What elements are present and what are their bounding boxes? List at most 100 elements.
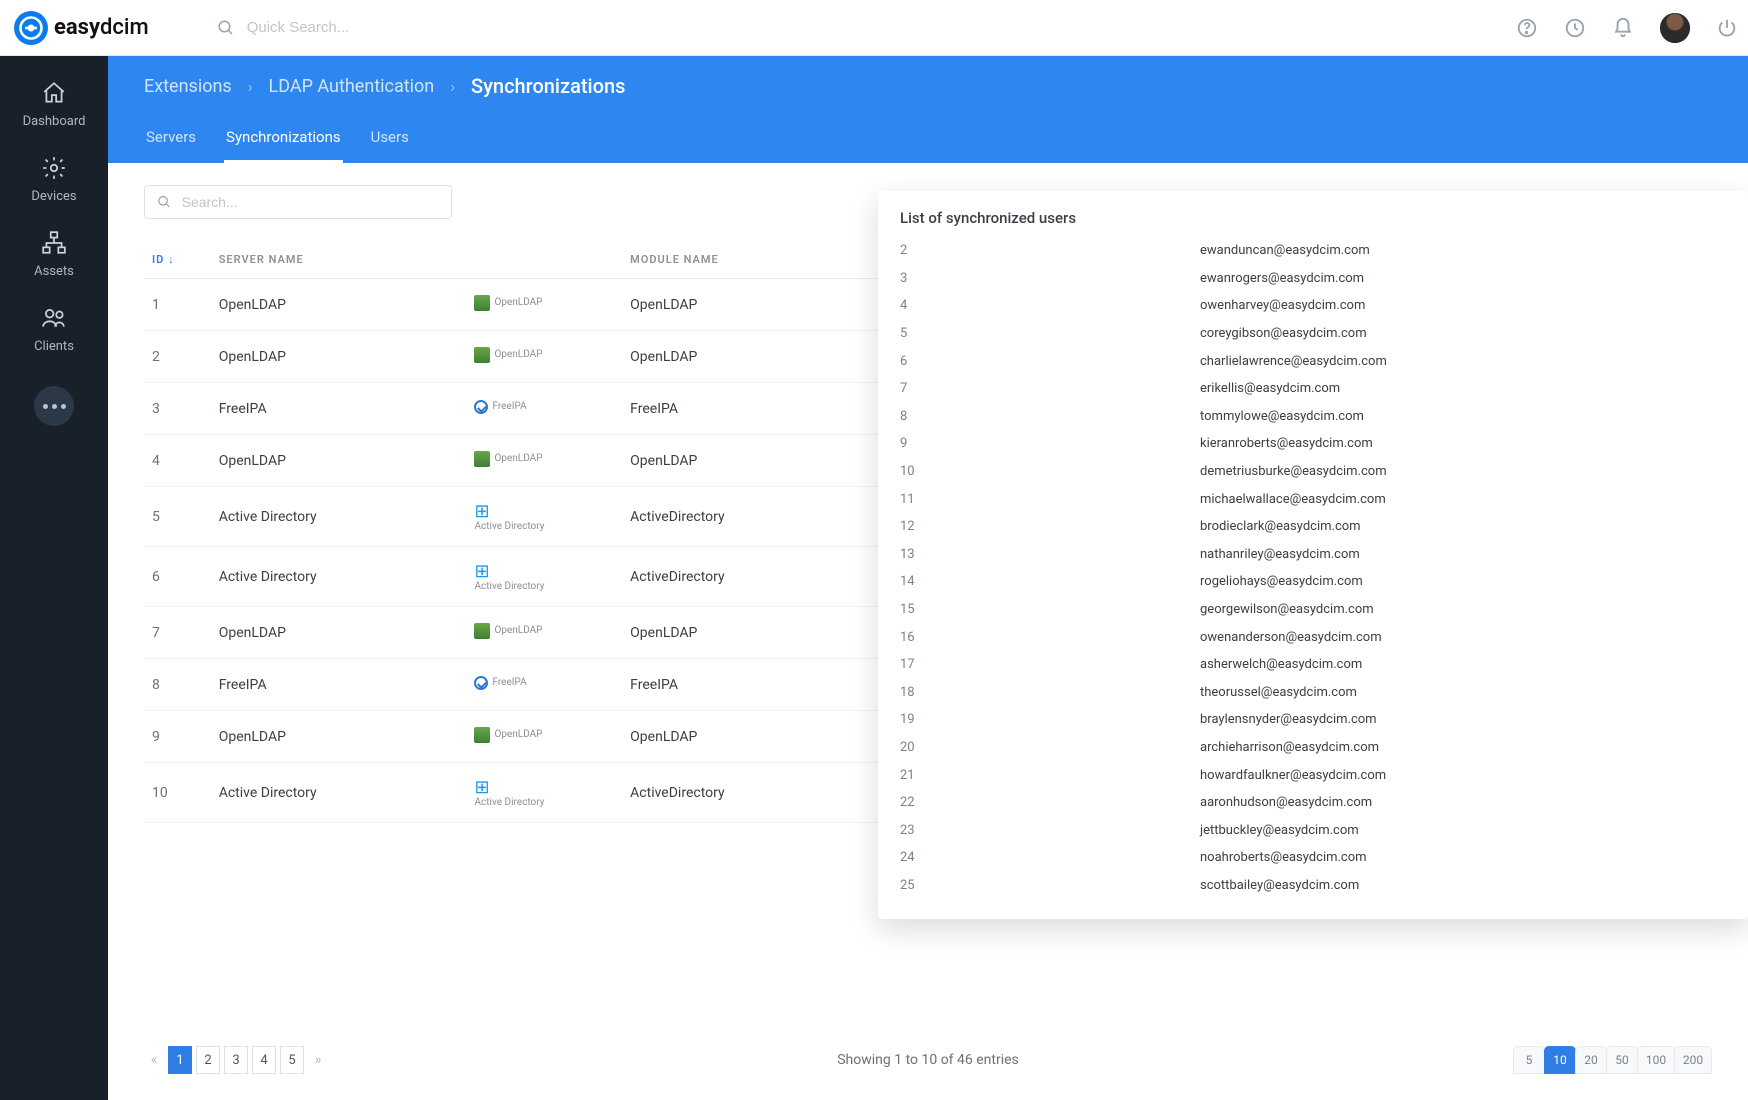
user-index: 21	[900, 768, 1200, 783]
user-index: 2	[900, 243, 1200, 258]
user-email: rogeliohays@easydcim.com	[1200, 574, 1363, 589]
freeipa-icon	[474, 676, 488, 690]
user-index: 23	[900, 823, 1200, 838]
user-index: 22	[900, 795, 1200, 810]
user-email: owenharvey@easydcim.com	[1200, 298, 1365, 313]
user-index: 12	[900, 519, 1200, 534]
user-email: owenanderson@easydcim.com	[1200, 630, 1382, 645]
cell-server-name: Active Directory	[211, 763, 467, 823]
breadcrumb-extensions[interactable]: Extensions	[144, 76, 232, 97]
page-size-10[interactable]: 10	[1544, 1046, 1576, 1074]
user-index: 13	[900, 547, 1200, 562]
openldap-icon	[474, 295, 490, 311]
table-search[interactable]	[144, 185, 452, 219]
cell-module-name: FreeIPA	[622, 659, 878, 711]
user-email: jettbuckley@easydcim.com	[1200, 823, 1359, 838]
openldap-icon	[474, 727, 490, 743]
notifications-icon[interactable]	[1612, 17, 1634, 39]
cell-server-name: OpenLDAP	[211, 607, 467, 659]
user-index: 19	[900, 712, 1200, 727]
user-email: scottbailey@easydcim.com	[1200, 878, 1359, 893]
user-index: 25	[900, 878, 1200, 893]
table-search-input[interactable]	[182, 194, 439, 210]
user-email: noahroberts@easydcim.com	[1200, 850, 1367, 865]
cell-module-name: OpenLDAP	[622, 711, 878, 763]
user-email: michaelwallace@easydcim.com	[1200, 492, 1386, 507]
user-email: demetriusburke@easydcim.com	[1200, 464, 1387, 479]
more-menu[interactable]	[34, 386, 74, 426]
cell-module-name: ActiveDirectory	[622, 763, 878, 823]
user-index: 20	[900, 740, 1200, 755]
user-index: 7	[900, 381, 1200, 396]
page-size-20[interactable]: 20	[1575, 1046, 1607, 1074]
cell-module-icon: OpenLDAP	[466, 435, 622, 487]
cell-module-icon: ⊞Active Directory	[466, 547, 622, 607]
sidebar-item-clients[interactable]: Clients	[0, 295, 108, 366]
page-2[interactable]: 2	[196, 1046, 220, 1074]
user-index: 3	[900, 271, 1200, 286]
cell-server-name: OpenLDAP	[211, 711, 467, 763]
quick-search-input[interactable]	[247, 19, 547, 36]
clock-icon[interactable]	[1564, 17, 1586, 39]
cell-module-icon: OpenLDAP	[466, 607, 622, 659]
sidebar-item-label: Clients	[34, 339, 74, 354]
cell-module-icon: FreeIPA	[466, 383, 622, 435]
net-icon	[40, 230, 68, 258]
list-item: 8tommylowe@easydcim.com	[900, 403, 1726, 431]
quick-search[interactable]	[217, 19, 547, 37]
col-server-name[interactable]: SERVER NAME	[211, 241, 467, 279]
page-3[interactable]: 3	[224, 1046, 248, 1074]
home-icon	[40, 80, 68, 108]
list-item: 21howardfaulkner@easydcim.com	[900, 761, 1726, 789]
page-prev[interactable]: «	[144, 1052, 164, 1068]
cell-module-name: ActiveDirectory	[622, 487, 878, 547]
page-1[interactable]: 1	[168, 1046, 192, 1074]
list-item: 25scottbailey@easydcim.com	[900, 872, 1726, 900]
user-index: 24	[900, 850, 1200, 865]
page-size-200[interactable]: 200	[1674, 1046, 1712, 1074]
cell-module-icon: ⊞Active Directory	[466, 763, 622, 823]
power-icon[interactable]	[1716, 17, 1738, 39]
users-icon	[40, 305, 68, 333]
breadcrumb-ldap-auth[interactable]: LDAP Authentication	[269, 76, 435, 97]
user-email: georgewilson@easydcim.com	[1200, 602, 1374, 617]
chevron-right-icon: ›	[450, 77, 455, 96]
col-module-name[interactable]: MODULE NAME	[622, 241, 878, 279]
cell-id: 3	[144, 383, 211, 435]
list-item: 5coreygibson@easydcim.com	[900, 320, 1726, 348]
user-email: ewanrogers@easydcim.com	[1200, 271, 1364, 286]
cell-module-icon: ⊞Active Directory	[466, 487, 622, 547]
sidebar-item-devices[interactable]: Devices	[0, 145, 108, 216]
user-email: theorussel@easydcim.com	[1200, 685, 1357, 700]
cell-id: 4	[144, 435, 211, 487]
list-item: 18theorussel@easydcim.com	[900, 679, 1726, 707]
user-email: howardfaulkner@easydcim.com	[1200, 768, 1386, 783]
synchronized-users-popover: List of synchronized users 2ewanduncan@e…	[878, 191, 1748, 919]
page-size-50[interactable]: 50	[1606, 1046, 1638, 1074]
search-icon	[157, 194, 172, 210]
page-5[interactable]: 5	[280, 1046, 304, 1074]
breadcrumb-current: Synchronizations	[471, 74, 625, 98]
col-id[interactable]: ID ↓	[144, 241, 211, 279]
user-email: erikellis@easydcim.com	[1200, 381, 1340, 396]
page-next[interactable]: »	[308, 1052, 328, 1068]
sidebar-item-dashboard[interactable]: Dashboard	[0, 70, 108, 141]
tab-synchronizations[interactable]: Synchronizations	[224, 116, 343, 163]
avatar[interactable]	[1660, 13, 1690, 43]
user-index: 16	[900, 630, 1200, 645]
sidebar-item-label: Assets	[34, 264, 74, 279]
cell-module-name: ActiveDirectory	[622, 547, 878, 607]
tab-servers[interactable]: Servers	[144, 116, 198, 163]
cell-module-icon: OpenLDAP	[466, 331, 622, 383]
help-icon[interactable]	[1516, 17, 1538, 39]
sidebar-item-assets[interactable]: Assets	[0, 220, 108, 291]
page-4[interactable]: 4	[252, 1046, 276, 1074]
tab-users[interactable]: Users	[369, 116, 411, 163]
logo[interactable]: easydcim	[14, 11, 149, 45]
user-index: 4	[900, 298, 1200, 313]
page-size-100[interactable]: 100	[1637, 1046, 1675, 1074]
cell-server-name: OpenLDAP	[211, 331, 467, 383]
page-size-5[interactable]: 5	[1513, 1046, 1545, 1074]
list-item: 4owenharvey@easydcim.com	[900, 292, 1726, 320]
list-item: 3ewanrogers@easydcim.com	[900, 265, 1726, 293]
